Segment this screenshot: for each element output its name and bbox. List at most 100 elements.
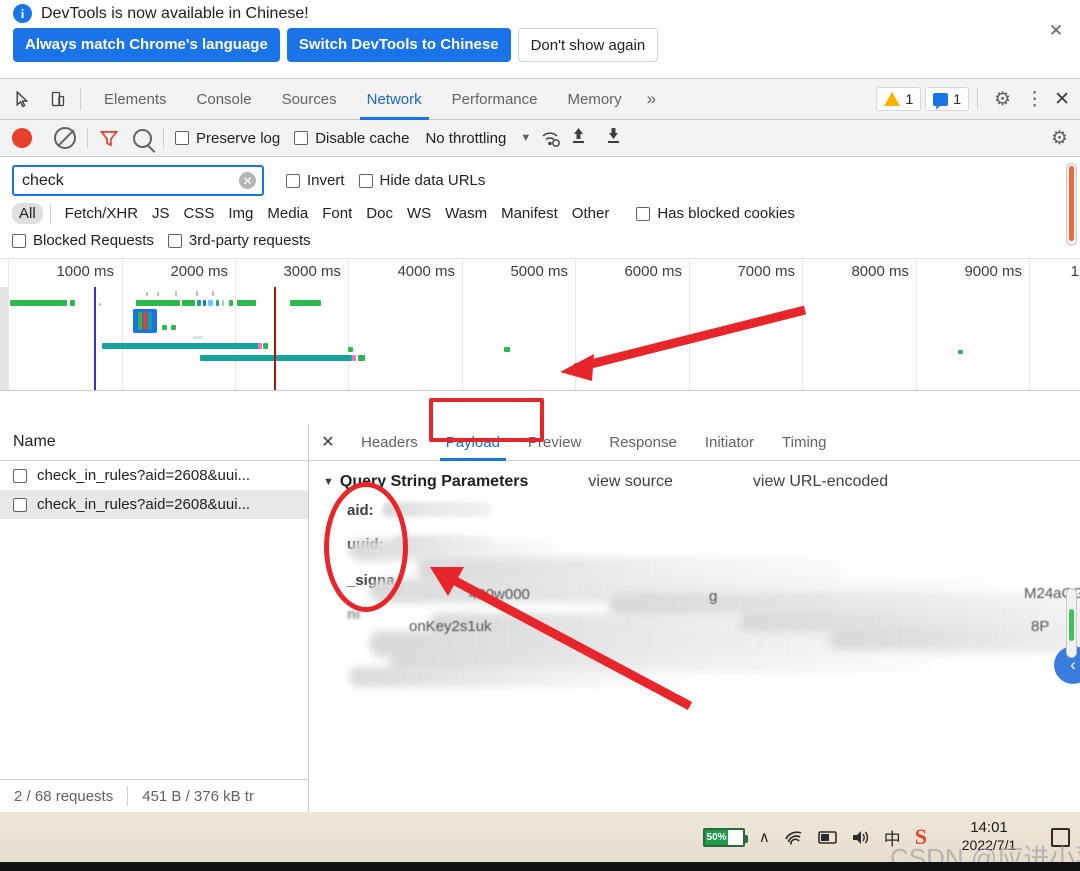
devtools-kebab-icon[interactable]: ⋮ xyxy=(1019,88,1050,111)
hide-data-urls-group[interactable]: Hide data URLs xyxy=(358,172,486,189)
import-har-icon[interactable] xyxy=(571,127,586,149)
filter-type-manifest[interactable]: Manifest xyxy=(494,203,565,224)
view-source-link[interactable]: view source xyxy=(588,473,672,491)
devtools-close-icon[interactable]: ✕ xyxy=(1050,88,1080,111)
filter-input[interactable] xyxy=(22,171,239,190)
has-blocked-cookies-label[interactable]: Has blocked cookies xyxy=(657,205,795,222)
message-badge[interactable]: 1 xyxy=(925,87,970,111)
tab-console[interactable]: Console xyxy=(182,79,267,120)
switch-devtools-language-button[interactable]: Switch DevTools to Chinese xyxy=(286,28,511,62)
filter-type-media[interactable]: Media xyxy=(260,203,315,224)
chevron-up-icon[interactable]: ∧ xyxy=(759,828,770,846)
preserve-log-label[interactable]: Preserve log xyxy=(196,130,280,147)
volume-icon[interactable] xyxy=(851,829,870,846)
devtools-settings-gear-icon[interactable]: ⚙ xyxy=(986,88,1019,111)
request-name: check_in_rules?aid=2608&uui... xyxy=(37,467,251,484)
table-row[interactable]: check_in_rules?aid=2608&uui... xyxy=(0,461,308,490)
request-list-column-header[interactable]: Name xyxy=(0,424,308,461)
detail-tab-headers[interactable]: Headers xyxy=(347,424,432,461)
blocked-requests-group[interactable]: Blocked Requests xyxy=(12,232,154,249)
battery-icon[interactable]: 50% xyxy=(702,827,748,847)
filter-type-img[interactable]: Img xyxy=(221,203,260,224)
overview-tick-labels: 1000 ms 2000 ms 3000 ms 4000 ms 5000 ms … xyxy=(0,259,1080,289)
banner-message: DevTools is now available in Chinese! xyxy=(41,4,309,22)
detail-tab-payload[interactable]: Payload xyxy=(432,424,514,461)
banner-close-icon[interactable]: ✕ xyxy=(1045,20,1067,42)
filter-funnel-icon[interactable] xyxy=(99,129,119,148)
filter-type-ws[interactable]: WS xyxy=(400,203,438,224)
invert-label[interactable]: Invert xyxy=(307,172,345,189)
preserve-log-checkbox[interactable] xyxy=(175,131,189,145)
filter-row-types: All Fetch/XHR JS CSS Img Media Font Doc … xyxy=(0,203,1080,232)
more-tabs-icon[interactable]: » xyxy=(637,89,666,109)
tab-elements[interactable]: Elements xyxy=(89,79,182,120)
third-party-requests-label[interactable]: 3rd-party requests xyxy=(189,232,311,249)
filter-type-other[interactable]: Other xyxy=(565,203,617,224)
invert-checkbox[interactable] xyxy=(286,173,300,188)
filter-type-js[interactable]: JS xyxy=(145,203,177,224)
detail-tab-response[interactable]: Response xyxy=(595,424,691,461)
record-button[interactable] xyxy=(12,128,32,148)
device-toolbar-icon[interactable] xyxy=(44,86,72,112)
param-row: aid: xyxy=(309,502,1080,536)
row-checkbox[interactable] xyxy=(13,468,27,483)
network-conditions-icon[interactable] xyxy=(541,129,561,148)
throttling-select-value[interactable]: No throttling xyxy=(425,130,506,147)
export-har-icon[interactable] xyxy=(606,127,621,149)
overview-tick: 7000 ms xyxy=(737,263,795,280)
hide-data-urls-checkbox[interactable] xyxy=(358,173,373,188)
filter-scrollbar[interactable] xyxy=(1066,163,1077,246)
filter-type-doc[interactable]: Doc xyxy=(359,203,400,224)
query-string-title: Query String Parameters xyxy=(339,473,529,490)
clear-filter-icon[interactable]: ✕ xyxy=(239,172,256,189)
third-party-requests-checkbox[interactable] xyxy=(167,233,182,248)
chevron-down-icon[interactable]: ▼ xyxy=(520,132,531,144)
disable-cache-label[interactable]: Disable cache xyxy=(315,130,409,147)
filter-scrollbar-thumb[interactable] xyxy=(1069,166,1074,241)
display-brightness-icon[interactable] xyxy=(817,830,837,845)
disable-cache-group[interactable]: Disable cache xyxy=(294,130,409,147)
network-overview-timeline[interactable]: 1000 ms 2000 ms 3000 ms 4000 ms 5000 ms … xyxy=(0,259,1080,391)
has-blocked-cookies-checkbox[interactable] xyxy=(636,206,651,221)
hide-data-urls-label[interactable]: Hide data URLs xyxy=(380,172,486,189)
chevron-down-icon[interactable]: ▼ xyxy=(323,476,334,488)
filter-input-wrapper[interactable]: ✕ xyxy=(12,165,264,196)
dont-show-again-button[interactable]: Don't show again xyxy=(517,28,659,62)
tab-network[interactable]: Network xyxy=(352,79,437,120)
payload-scrollbar[interactable] xyxy=(1066,588,1077,658)
overview-tick: 5000 ms xyxy=(510,263,568,280)
payload-scrollbar-thumb[interactable] xyxy=(1069,609,1074,641)
search-icon[interactable] xyxy=(133,128,152,148)
detail-tab-initiator[interactable]: Initiator xyxy=(691,424,768,461)
filter-type-all[interactable]: All xyxy=(12,203,43,224)
detail-tab-preview[interactable]: Preview xyxy=(514,424,595,461)
blocked-requests-label[interactable]: Blocked Requests xyxy=(33,232,154,249)
filter-type-css[interactable]: CSS xyxy=(177,203,222,224)
tab-sources[interactable]: Sources xyxy=(267,79,352,120)
filter-type-fetch-xhr[interactable]: Fetch/XHR xyxy=(58,203,145,224)
row-checkbox[interactable] xyxy=(13,497,27,512)
invert-group[interactable]: Invert xyxy=(286,172,345,189)
detail-close-icon[interactable]: ✕ xyxy=(309,432,347,452)
battery-level: 50% xyxy=(704,829,729,845)
filter-type-wasm[interactable]: Wasm xyxy=(438,203,494,224)
detail-tab-timing[interactable]: Timing xyxy=(768,424,840,461)
tab-performance[interactable]: Performance xyxy=(437,79,553,120)
request-detail-panel: ✕ Headers Payload Preview Response Initi… xyxy=(309,424,1080,812)
clock-time: 14:01 xyxy=(970,819,1008,836)
inspect-element-icon[interactable] xyxy=(8,86,36,112)
warning-badge[interactable]: 1 xyxy=(876,87,922,111)
blocked-requests-checkbox[interactable] xyxy=(12,233,26,248)
wifi-icon[interactable] xyxy=(784,829,804,846)
filter-type-font[interactable]: Font xyxy=(315,203,359,224)
clear-network-log-icon[interactable] xyxy=(54,127,76,149)
has-blocked-cookies-group[interactable]: Has blocked cookies xyxy=(636,205,795,222)
disable-cache-checkbox[interactable] xyxy=(294,131,309,145)
network-settings-gear-icon[interactable]: ⚙ xyxy=(1051,127,1068,150)
table-row[interactable]: check_in_rules?aid=2608&uui... xyxy=(0,490,308,519)
always-match-language-button[interactable]: Always match Chrome's language xyxy=(13,28,280,62)
third-party-requests-group[interactable]: 3rd-party requests xyxy=(167,232,311,249)
tab-memory[interactable]: Memory xyxy=(553,79,637,120)
view-url-encoded-link[interactable]: view URL-encoded xyxy=(753,473,888,491)
preserve-log-group[interactable]: Preserve log xyxy=(175,130,280,147)
